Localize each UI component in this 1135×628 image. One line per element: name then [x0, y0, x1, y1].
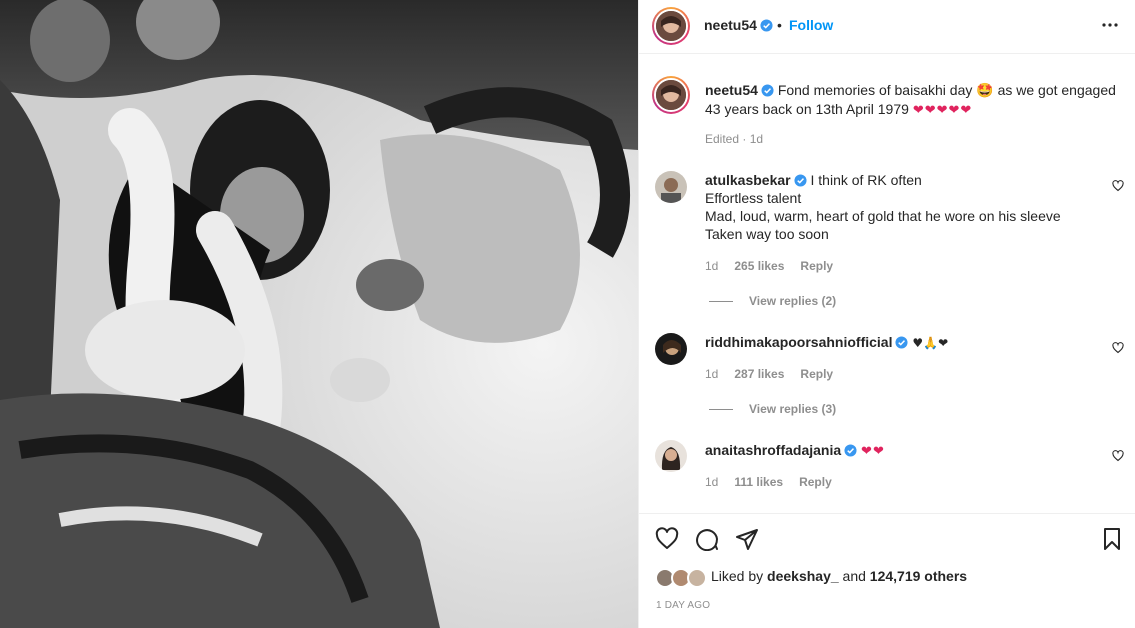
- caption-text: Fond memories of baisakhi day: [777, 82, 973, 98]
- caption-hearts: ❤❤❤❤❤: [912, 103, 973, 118]
- author-avatar[interactable]: [652, 7, 690, 45]
- replies-divider: [709, 301, 733, 303]
- comment-text: ♥🙏❤: [912, 336, 949, 350]
- comment-likes[interactable]: 265 likes: [734, 259, 784, 273]
- comment-body: riddhimakapoorsahniofficial ♥🙏❤: [705, 333, 1115, 352]
- verified-badge-icon: [844, 444, 857, 457]
- reply-button[interactable]: Reply: [800, 367, 833, 381]
- verified-badge-icon: [895, 336, 909, 349]
- comment-like-heart-icon[interactable]: [1112, 450, 1124, 462]
- comment-likes[interactable]: 111 likes: [734, 475, 783, 489]
- caption-author-avatar[interactable]: [652, 76, 690, 114]
- caption-username[interactable]: neetu54: [705, 82, 758, 98]
- heart-outline-icon[interactable]: [655, 527, 679, 551]
- comment-like-heart-icon[interactable]: [1112, 180, 1124, 192]
- commenter-avatar[interactable]: [655, 171, 687, 203]
- liked-by-summary: Liked by deekshay_ and 124,719 others: [711, 568, 967, 584]
- edited-label: Edited · 1d: [705, 132, 764, 146]
- commenter-avatar[interactable]: [655, 440, 687, 472]
- replies-divider: [709, 409, 733, 411]
- reply-button[interactable]: Reply: [800, 259, 833, 273]
- separator-dot: •: [777, 17, 782, 33]
- post-caption: neetu54 Fond memories of baisakhi day 🤩 …: [705, 81, 1125, 120]
- verified-badge-icon: [760, 19, 773, 32]
- liker-avatar[interactable]: [687, 568, 707, 588]
- post-header: neetu54 • Follow: [639, 0, 1135, 54]
- bookmark-icon[interactable]: [1100, 527, 1124, 551]
- comment-username[interactable]: riddhimakapoorsahniofficial: [705, 334, 892, 350]
- comment-meta: 1d 265 likes Reply: [705, 259, 833, 273]
- liked-by-user[interactable]: deekshay_: [767, 568, 839, 584]
- comment-likes[interactable]: 287 likes: [734, 367, 784, 381]
- comment-meta: 1d 287 likes Reply: [705, 367, 833, 381]
- follow-button[interactable]: Follow: [789, 17, 833, 33]
- post-photo[interactable]: [0, 0, 638, 628]
- send-icon[interactable]: [735, 527, 759, 551]
- more-options-icon[interactable]: [1101, 22, 1119, 28]
- comment-text: ❤❤: [861, 444, 885, 459]
- comment-body: atulkasbekar I think of RK often Effortl…: [705, 171, 1115, 243]
- comment-username[interactable]: anaitashroffadajania: [705, 442, 841, 458]
- star-eyes-emoji: 🤩: [976, 83, 994, 99]
- liked-by-count[interactable]: 124,719 others: [870, 568, 967, 584]
- post-time-ago: 1 DAY AGO: [656, 600, 711, 611]
- view-replies-label[interactable]: View replies (3): [749, 402, 836, 416]
- view-replies-label[interactable]: View replies (2): [749, 294, 836, 308]
- comment-time: 1d: [705, 367, 719, 381]
- liked-by-prefix: Liked by: [711, 568, 764, 584]
- verified-badge-icon: [761, 84, 774, 97]
- liked-by-and: and: [842, 568, 866, 584]
- comment-icon[interactable]: [695, 527, 719, 551]
- view-replies-button[interactable]: View replies (3): [709, 402, 836, 416]
- comment-meta: 1d 111 likes Reply: [705, 475, 832, 489]
- author-username[interactable]: neetu54: [704, 17, 757, 33]
- comment-time: 1d: [705, 259, 719, 273]
- comment-time: 1d: [705, 475, 719, 489]
- view-replies-button[interactable]: View replies (2): [709, 294, 836, 308]
- comment-body: anaitashroffadajania ❤❤: [705, 441, 1115, 461]
- comment-like-heart-icon[interactable]: [1112, 342, 1124, 354]
- comment-username[interactable]: atulkasbekar: [705, 172, 791, 188]
- commenter-avatar[interactable]: [655, 333, 687, 365]
- post-side-panel: neetu54 • Follow neetu54 Fond memories o…: [638, 0, 1135, 628]
- reply-button[interactable]: Reply: [799, 475, 832, 489]
- verified-badge-icon: [794, 174, 807, 187]
